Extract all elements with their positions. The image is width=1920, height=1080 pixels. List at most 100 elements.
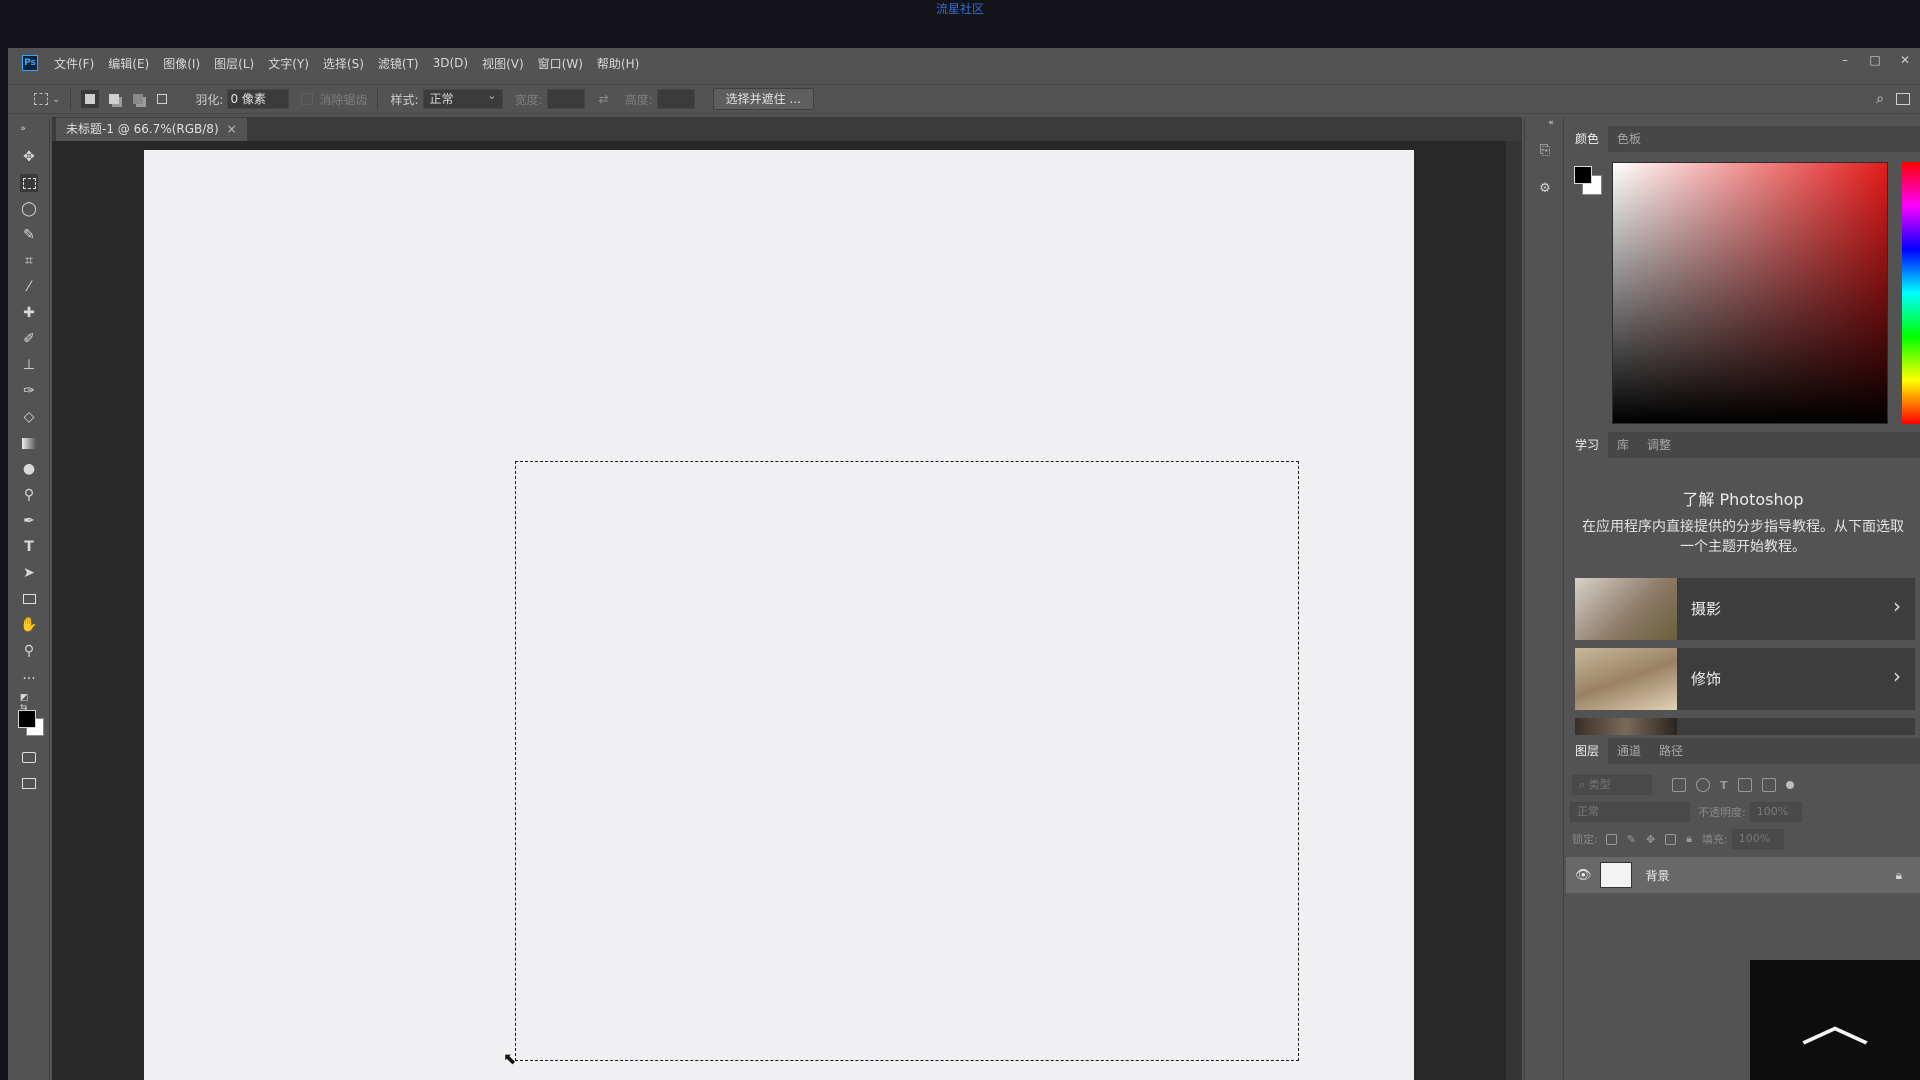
menu-select[interactable]: 选择(S) xyxy=(323,55,364,72)
close-tab-icon[interactable]: × xyxy=(227,122,237,136)
dodge-tool-icon[interactable]: ⚲ xyxy=(20,486,38,504)
chevron-down-icon[interactable]: ⌄ xyxy=(52,94,60,105)
opacity-input[interactable]: 100% xyxy=(1749,802,1802,822)
swap-icon[interactable]: ⇄ xyxy=(599,92,609,106)
properties-panel-icon[interactable]: ⚙ xyxy=(1535,178,1555,198)
history-panel-icon[interactable]: ⎘ xyxy=(1535,140,1555,160)
blur-tool-icon[interactable]: ● xyxy=(20,460,38,478)
pen-tool-icon[interactable]: ✒ xyxy=(20,512,38,530)
feather-input[interactable]: 0 像素 xyxy=(227,89,290,109)
workspace-icon[interactable] xyxy=(1896,93,1910,105)
panel-foreground-swatch[interactable] xyxy=(1574,166,1592,184)
learn-card-photography[interactable]: 摄影 › xyxy=(1575,578,1915,640)
height-input[interactable] xyxy=(656,89,695,109)
path-select-tool-icon[interactable]: ➤ xyxy=(20,564,38,582)
blend-mode-select[interactable]: 正常 xyxy=(1570,802,1690,822)
gradient-tool-icon[interactable] xyxy=(20,434,38,452)
antialias-checkbox[interactable] xyxy=(301,93,314,105)
menu-type[interactable]: 文字(Y) xyxy=(268,55,309,72)
filter-type-icon[interactable]: T xyxy=(1720,779,1728,792)
fill-input[interactable]: 100% xyxy=(1731,829,1784,849)
chevron-right-icon: › xyxy=(1893,664,1901,688)
move-tool-icon[interactable]: ✥ xyxy=(20,148,38,166)
lock-position-icon[interactable]: ✥ xyxy=(1646,833,1655,846)
tab-libraries[interactable]: 库 xyxy=(1608,432,1638,458)
maximize-button[interactable]: □ xyxy=(1860,50,1890,72)
eraser-tool-icon[interactable]: ◇ xyxy=(20,408,38,426)
type-tool-icon[interactable]: T xyxy=(20,538,38,556)
zoom-tool-icon[interactable]: ⚲ xyxy=(20,642,38,660)
menu-image[interactable]: 图像(I) xyxy=(163,55,200,72)
vertical-scrollbar[interactable] xyxy=(1506,141,1522,1080)
tab-learn[interactable]: 学习 xyxy=(1566,432,1609,458)
layer-filter-placeholder: 类型 xyxy=(1588,778,1611,791)
foreground-color-swatch[interactable] xyxy=(18,710,36,728)
visibility-eye-icon[interactable]: 👁︎ xyxy=(1575,868,1592,883)
intersect-selection-icon[interactable] xyxy=(153,90,171,108)
rectangle-tool-icon[interactable] xyxy=(20,590,38,608)
filter-shape-icon[interactable] xyxy=(1737,778,1752,792)
layer-filter-select[interactable]: ⌕ 类型 xyxy=(1572,775,1652,795)
menu-edit[interactable]: 编辑(E) xyxy=(108,55,149,72)
tab-paths[interactable]: 路径 xyxy=(1650,738,1692,764)
layers-panel-tabs: 图层 通道 路径 xyxy=(1566,738,1920,764)
color-picker-field[interactable] xyxy=(1612,162,1888,424)
collapse-toolbar-icon[interactable]: » xyxy=(14,120,32,138)
menu-help[interactable]: 帮助(H) xyxy=(597,55,639,72)
document-tab[interactable]: 未标题-1 @ 66.7%(RGB/8) × xyxy=(56,118,247,141)
lasso-tool-icon[interactable]: ◯ xyxy=(20,200,38,218)
add-to-selection-icon[interactable] xyxy=(105,90,123,108)
tab-adjustments[interactable]: 调整 xyxy=(1638,432,1680,458)
menu-3d[interactable]: 3D(D) xyxy=(433,56,468,70)
hue-slider[interactable] xyxy=(1902,162,1920,424)
more-tools-icon[interactable]: ··· xyxy=(20,670,38,688)
history-brush-tool-icon[interactable]: ✑ xyxy=(20,382,38,400)
quick-mask-icon[interactable] xyxy=(20,748,38,766)
filter-smart-object-icon[interactable] xyxy=(1761,778,1776,792)
filter-pixel-icon[interactable] xyxy=(1672,778,1686,792)
hand-tool-icon[interactable]: ✋ xyxy=(20,616,38,634)
rect-marquee-tool-icon[interactable] xyxy=(20,174,38,192)
quick-select-tool-icon[interactable]: ✎ xyxy=(20,226,38,244)
color-panel-tabs: 颜色 色板 xyxy=(1566,126,1920,152)
tab-swatches[interactable]: 色板 xyxy=(1608,126,1650,152)
menu-layer[interactable]: 图层(L) xyxy=(214,55,254,72)
filter-toggle-icon[interactable] xyxy=(1785,781,1794,789)
filter-adjustment-icon[interactable] xyxy=(1696,778,1710,792)
lock-all-icon[interactable]: 🔒︎ xyxy=(1686,832,1692,846)
close-button[interactable]: ✕ xyxy=(1890,50,1920,72)
opacity-label: 不透明度: xyxy=(1698,806,1746,819)
minimize-button[interactable]: – xyxy=(1830,50,1860,72)
lock-transparent-icon[interactable] xyxy=(1605,833,1617,845)
tab-channels[interactable]: 通道 xyxy=(1608,738,1650,764)
subtract-selection-icon[interactable] xyxy=(129,90,147,108)
fill-label: 填充: xyxy=(1702,833,1728,846)
lock-artboard-icon[interactable] xyxy=(1665,833,1677,845)
eyedropper-tool-icon[interactable]: ⁄ xyxy=(20,278,38,296)
crop-tool-icon[interactable]: ⌗ xyxy=(20,252,38,270)
rect-marquee-preset-icon[interactable] xyxy=(34,93,48,105)
brush-tool-icon[interactable]: ✐ xyxy=(20,330,38,348)
menu-window[interactable]: 窗口(W) xyxy=(538,55,583,72)
menu-file[interactable]: 文件(F) xyxy=(54,55,94,72)
menu-view[interactable]: 视图(V) xyxy=(482,55,524,72)
search-icon[interactable]: ⌕ xyxy=(1876,91,1884,107)
stamp-tool-icon[interactable]: ⊥ xyxy=(20,356,38,374)
document-tab-bar xyxy=(52,117,1522,141)
lock-pixels-icon[interactable]: ✎ xyxy=(1627,833,1636,846)
new-selection-icon[interactable] xyxy=(81,90,100,108)
healing-brush-tool-icon[interactable]: ✚ xyxy=(20,304,38,322)
marquee-selection[interactable] xyxy=(515,461,1299,1061)
menu-filter[interactable]: 滤镜(T) xyxy=(378,55,419,72)
back-to-top-button[interactable]: ︿ xyxy=(1750,960,1920,1080)
layer-row-background[interactable]: 👁︎ 背景 🔒︎ xyxy=(1566,857,1920,893)
width-input[interactable] xyxy=(546,89,585,109)
tab-color[interactable]: 颜色 xyxy=(1566,126,1609,152)
expand-panels-icon[interactable]: « xyxy=(1541,118,1561,128)
style-select[interactable]: 正常 xyxy=(422,87,503,109)
learn-card-partial[interactable] xyxy=(1575,718,1915,735)
screen-mode-icon[interactable] xyxy=(20,774,38,792)
select-and-mask-button[interactable]: 选择并遮住 ... xyxy=(712,88,814,110)
learn-card-retouch[interactable]: 修饰 › xyxy=(1575,648,1915,710)
tab-layers[interactable]: 图层 xyxy=(1566,738,1609,764)
